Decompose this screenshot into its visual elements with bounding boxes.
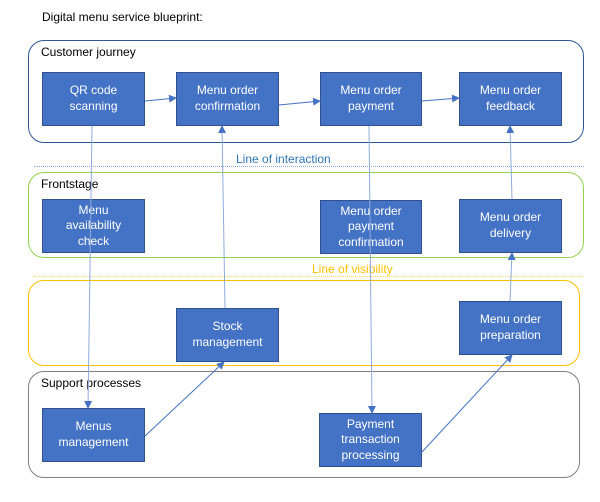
step-label: Menu availability check [65, 202, 122, 248]
step-menus-management: Menus management [42, 408, 145, 462]
step-label: Menu order payment confirmation [338, 203, 404, 249]
step-menu-order-payment-confirmation: Menu order payment confirmation [320, 200, 422, 254]
step-label: QR code scanning [69, 83, 118, 113]
step-qr-code-scanning: QR code scanning [42, 72, 145, 126]
step-label: Menus management [58, 419, 129, 449]
line-of-visibility-label: Line of visibility [312, 262, 393, 276]
step-label: Payment transaction processing [341, 416, 400, 462]
step-label: Stock management [192, 319, 263, 349]
step-menu-order-confirmation: Menu order confirmation [176, 72, 279, 126]
step-label: Menu order confirmation [194, 83, 261, 113]
line-of-visibility [34, 276, 584, 277]
step-stock-management: Stock management [176, 308, 279, 362]
step-label: Menu order preparation [479, 312, 542, 342]
step-payment-transaction-processing: Payment transaction processing [319, 413, 422, 467]
line-of-interaction [34, 166, 584, 167]
step-menu-order-preparation: Menu order preparation [459, 301, 562, 355]
lane-label-customer-journey: Customer journey [41, 45, 136, 59]
lane-label-frontstage: Frontstage [41, 177, 99, 191]
step-label: Menu order payment [340, 83, 402, 113]
lane-label-support-processes: Support processes [41, 376, 142, 390]
step-label: Menu order delivery [479, 210, 542, 240]
step-label: Menu order feedback [479, 83, 542, 113]
diagram-title: Digital menu service blueprint: [42, 10, 203, 24]
line-of-interaction-label: Line of interaction [236, 152, 331, 166]
step-menu-order-delivery: Menu order delivery [459, 199, 562, 253]
step-menu-order-feedback: Menu order feedback [459, 72, 562, 126]
step-menu-order-payment: Menu order payment [320, 72, 422, 126]
step-menu-availability-check: Menu availability check [42, 199, 145, 253]
